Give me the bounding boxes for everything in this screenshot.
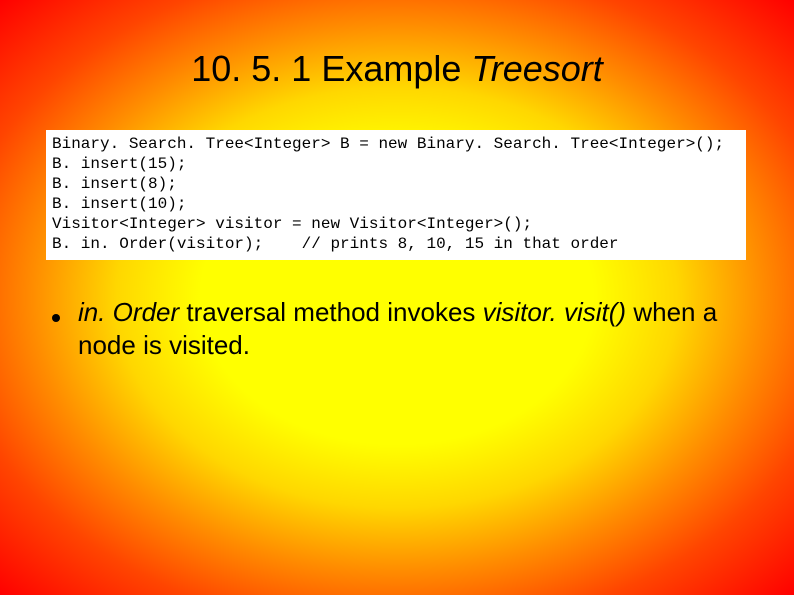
- bullet-text: in. Order traversal method invokes visit…: [78, 296, 754, 361]
- title-prefix: 10. 5. 1 Example: [191, 48, 471, 89]
- bullet-list: in. Order traversal method invokes visit…: [40, 296, 754, 361]
- title-suffix: Treesort: [471, 48, 602, 89]
- code-block: Binary. Search. Tree<Integer> B = new Bi…: [46, 130, 746, 260]
- code-line: B. in. Order(visitor); // prints 8, 10, …: [52, 234, 740, 254]
- code-line: B. insert(8);: [52, 174, 740, 194]
- code-line: B. insert(10);: [52, 194, 740, 214]
- bullet-italic-2: visitor. visit(): [483, 297, 626, 327]
- slide: 10. 5. 1 Example Treesort Binary. Search…: [0, 0, 794, 595]
- bullet-dot-icon: [52, 314, 60, 322]
- code-line: Visitor<Integer> visitor = new Visitor<I…: [52, 214, 740, 234]
- code-line: Binary. Search. Tree<Integer> B = new Bi…: [52, 134, 740, 154]
- slide-title: 10. 5. 1 Example Treesort: [40, 48, 754, 90]
- bullet-plain-1: traversal method invokes: [179, 297, 482, 327]
- code-line: B. insert(15);: [52, 154, 740, 174]
- bullet-item: in. Order traversal method invokes visit…: [52, 296, 754, 361]
- bullet-italic-1: in. Order: [78, 297, 179, 327]
